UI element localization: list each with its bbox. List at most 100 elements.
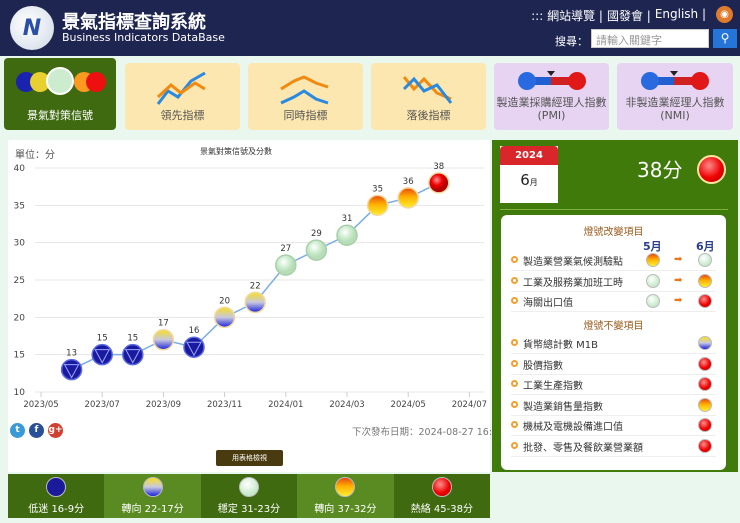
signal-light xyxy=(698,438,712,453)
bullet-icon xyxy=(511,276,518,284)
leading-chart-icon xyxy=(156,71,206,105)
unchanged-indicator-row[interactable]: 批發、零售及餐飲業營業額 xyxy=(511,437,716,457)
signal-point-yellow-red xyxy=(397,187,419,209)
x-tick-label: 2024/01 xyxy=(268,400,303,410)
x-tick-label: 2023/05 xyxy=(23,400,58,410)
twitter-icon[interactable]: t xyxy=(10,423,25,438)
legend-green: 穩定 31-23分 xyxy=(200,474,298,518)
cur-signal-light xyxy=(698,253,712,267)
coincident-chart-icon xyxy=(279,75,328,105)
nav-coincident[interactable]: 同時指標 xyxy=(248,63,363,130)
legend-label: 轉向 37-32分 xyxy=(314,504,377,515)
table-view-button[interactable]: 用表格檢視 xyxy=(216,450,283,466)
data-label: 15 xyxy=(127,334,138,344)
signal-point-red xyxy=(428,172,450,194)
search-button[interactable]: ⚲ xyxy=(713,29,737,48)
y-tick-label: 20 xyxy=(14,313,26,323)
prev-signal-light xyxy=(646,253,660,267)
data-label: 22 xyxy=(250,281,261,291)
unchanged-indicator-row[interactable]: 機械及電機設備進口值 xyxy=(511,416,716,436)
indicator-name: 工業及服務業加班工時 xyxy=(523,277,623,289)
bullet-icon xyxy=(511,359,518,367)
y-tick-label: 40 xyxy=(14,164,26,174)
legend-label: 熱絡 45-38分 xyxy=(410,504,473,515)
changed-indicator-row[interactable]: 海關出口值 xyxy=(511,292,716,312)
signal-light xyxy=(698,418,712,432)
bullet-icon xyxy=(511,421,518,428)
changed-indicator-row[interactable]: 工業及服務業加班工時 xyxy=(511,272,716,292)
changed-title: 燈號改變項目 xyxy=(583,227,644,238)
next-release-date: 下次發布日期：2024-08-27 16:00 xyxy=(352,427,505,438)
thermometer-icon xyxy=(517,71,586,90)
indicator-name: 製造業營業氣候測驗點 xyxy=(523,257,623,268)
indicator-name: 貨幣總計數 M1B xyxy=(523,340,599,351)
unchanged-indicator-row[interactable]: 製造業銷售量指數 xyxy=(511,396,716,416)
legend-label: 轉向 22-17分 xyxy=(121,504,184,515)
y-tick-label: 35 xyxy=(14,201,25,211)
nav-pmi[interactable]: 製造業採購經理人指數(PMI) xyxy=(494,63,609,130)
link-sitemap[interactable]: ::: 網站導覽 | xyxy=(531,7,603,24)
x-tick-label: 2024/03 xyxy=(329,400,364,410)
calendar-month: 6 xyxy=(520,171,530,189)
bullet-icon xyxy=(511,297,518,304)
thermometer-icon xyxy=(641,71,709,90)
yellow-red-light-icon xyxy=(335,477,356,497)
signal-light xyxy=(698,397,712,412)
search-icon: ⚲ xyxy=(720,31,730,45)
logo[interactable]: N xyxy=(10,6,54,50)
site-subtitle: Business Indicators DataBase xyxy=(62,31,225,44)
red-light-icon xyxy=(431,477,452,497)
nav-label: 領先指標 xyxy=(160,109,205,122)
facebook-icon[interactable]: f xyxy=(29,423,44,438)
unchanged-indicator-row[interactable]: 股價指數 xyxy=(511,355,716,375)
signal-point-green xyxy=(305,239,328,261)
google-plus-icon[interactable]: g+ xyxy=(48,423,63,438)
nav-nmi[interactable]: 非製造業經理人指數(NMI) xyxy=(617,63,733,130)
bullet-icon xyxy=(511,380,518,387)
calendar-year: 2024 xyxy=(500,146,558,165)
link-ndc[interactable]: 國發會 | xyxy=(607,7,651,24)
rss-icon[interactable]: ◉ xyxy=(716,6,733,23)
nav-label: 景氣對策信號 xyxy=(27,109,93,122)
calendar: 2024 6月 xyxy=(500,146,558,203)
x-tick-label: 2023/11 xyxy=(207,400,242,410)
bullet-icon xyxy=(511,339,518,346)
top-links: ::: 網站導覽 | 國發會 | English | xyxy=(531,7,706,24)
indicator-name: 批發、零售及餐飲業營業額 xyxy=(523,442,643,454)
current-score: 38分 xyxy=(637,158,683,182)
arrow-right-icon: ➡ xyxy=(674,254,683,265)
changed-indicator-row[interactable]: 製造業營業氣候測驗點 xyxy=(511,251,716,271)
search-input[interactable]: 請輸入關鍵字 xyxy=(591,29,709,48)
data-label: 38 xyxy=(433,162,444,172)
legend-red: 熱絡 45-38分 xyxy=(393,474,491,518)
green-light-icon xyxy=(239,477,260,497)
legend-label: 低迷 16-9分 xyxy=(28,504,85,515)
nav-label: 製造業採購經理人指數(PMI) xyxy=(496,96,607,122)
data-label: 29 xyxy=(311,229,322,239)
link-english[interactable]: English | xyxy=(655,7,706,24)
unchanged-indicator-row[interactable]: 工業生產指數 xyxy=(511,375,716,395)
nav-business-signal[interactable]: 景氣對策信號 xyxy=(4,58,116,130)
nav-leading[interactable]: 領先指標 xyxy=(125,63,240,130)
unchanged-indicator-row[interactable]: 貨幣總計數 M1B xyxy=(511,334,716,354)
legend-label: 穩定 31-23分 xyxy=(217,504,281,515)
x-tick-label: 2023/07 xyxy=(85,400,120,410)
nav-label: 非製造業經理人指數(NMI) xyxy=(625,96,725,122)
prev-signal-light xyxy=(646,273,660,288)
data-label: 15 xyxy=(97,334,108,344)
indicator-name: 海關出口值 xyxy=(523,298,573,309)
nav-lagging[interactable]: 落後指標 xyxy=(371,63,486,130)
y-tick-label: 25 xyxy=(14,276,25,286)
search-label: 搜尋： xyxy=(555,35,588,48)
x-tick-label: 2023/09 xyxy=(146,400,181,410)
data-label: 27 xyxy=(280,244,291,254)
y-tick-label: 10 xyxy=(14,388,26,398)
signal-legend: 低迷 16-9分 轉向 22-17分 穩定 31-23分 轉向 37-32分 熱… xyxy=(8,474,491,518)
cur-signal-light xyxy=(698,294,712,308)
indicator-name: 股價指數 xyxy=(523,360,563,372)
signal-light xyxy=(698,336,712,350)
arrow-right-icon: ➡ xyxy=(674,295,683,306)
y-tick-label: 30 xyxy=(14,239,26,249)
blue-light-icon xyxy=(46,477,67,497)
bullet-icon xyxy=(511,441,518,449)
